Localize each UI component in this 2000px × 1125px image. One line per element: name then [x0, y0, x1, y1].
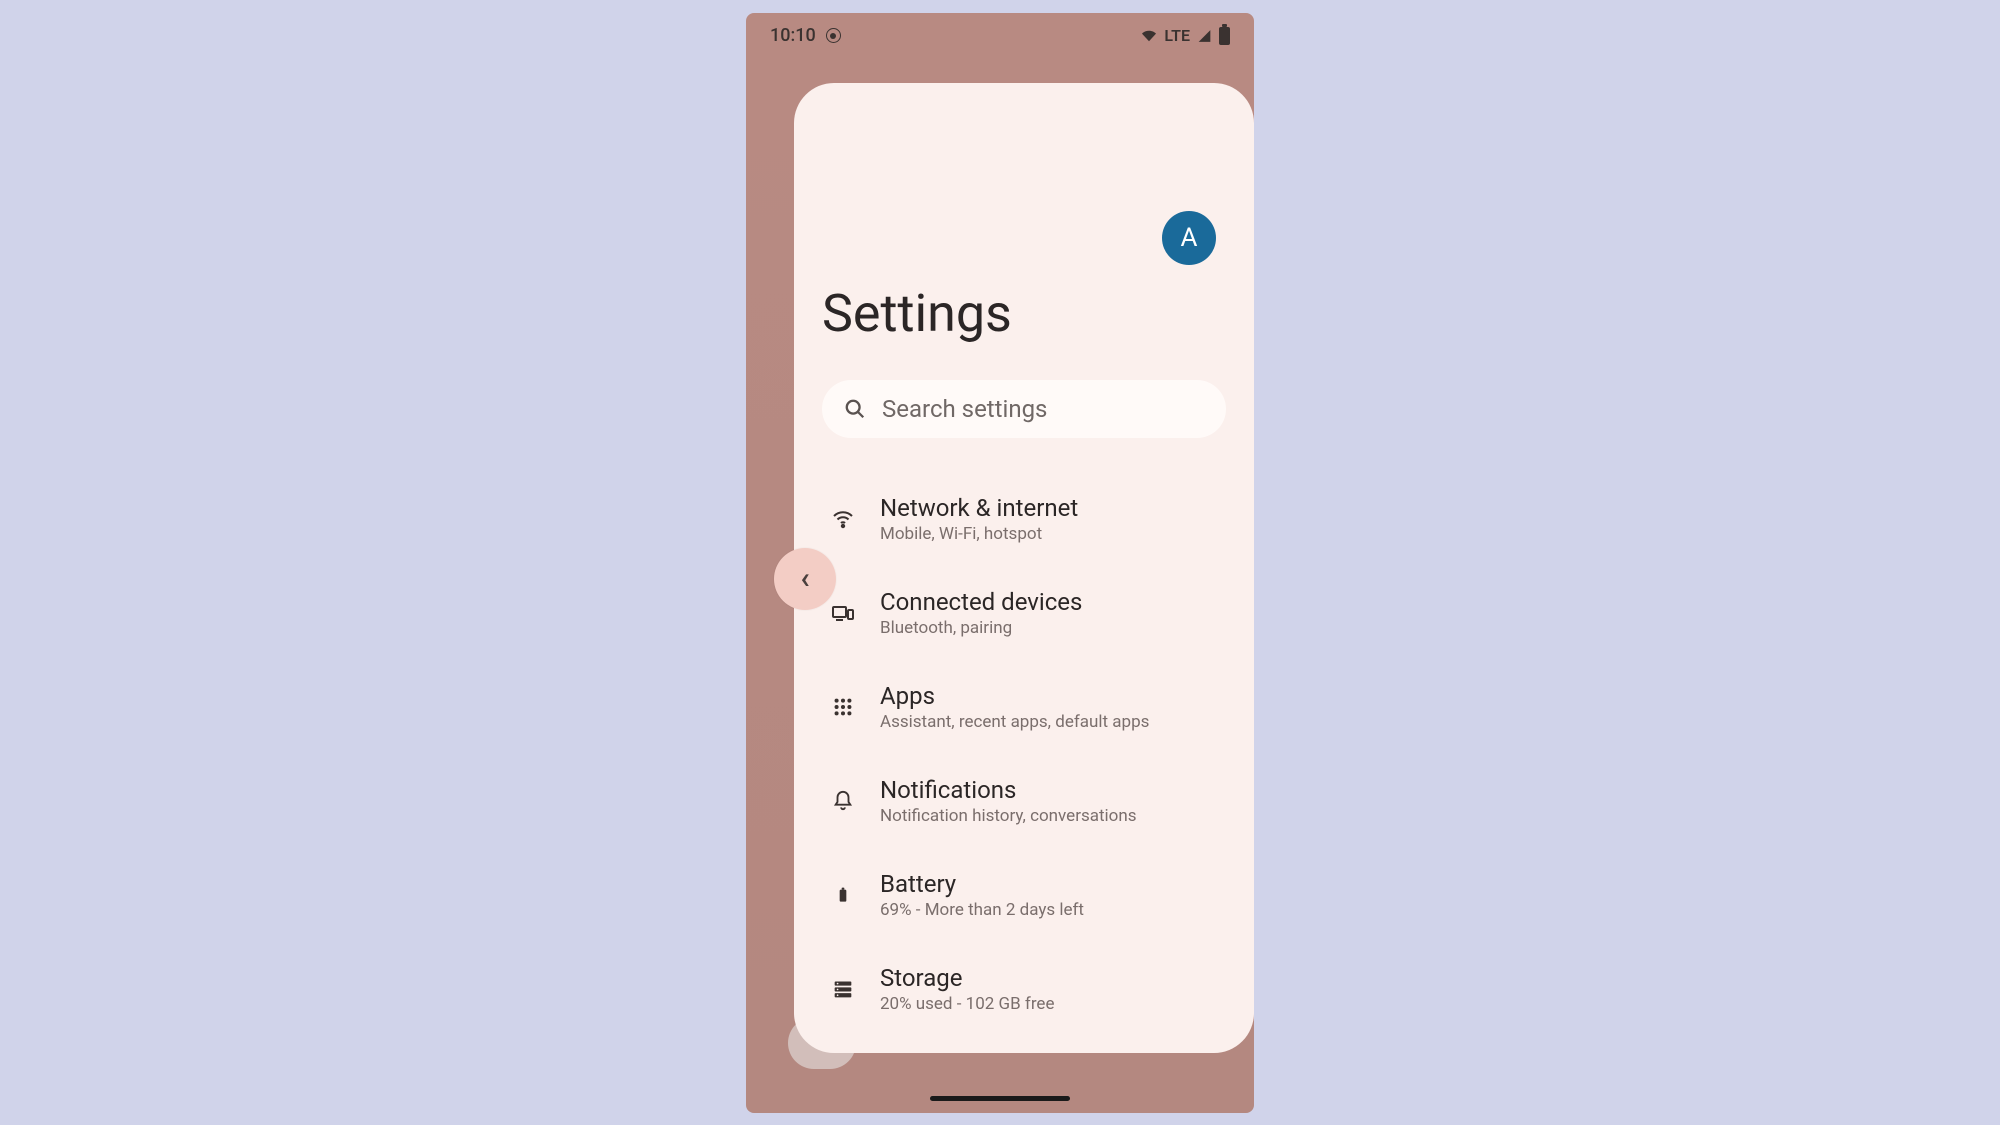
settings-item-title: Apps — [880, 682, 1149, 710]
settings-item-text: Apps Assistant, recent apps, default app… — [880, 682, 1149, 732]
settings-item-subtitle: Bluetooth, pairing — [880, 618, 1082, 638]
settings-item-title: Notifications — [880, 776, 1137, 804]
signal-icon — [1196, 29, 1213, 43]
wifi-icon — [830, 506, 856, 532]
settings-item-subtitle: Assistant, recent apps, default apps — [880, 712, 1149, 732]
phone-frame: 10:10 LTE ‹ A Settings Search settings — [746, 13, 1254, 1113]
navigation-handle[interactable] — [930, 1096, 1070, 1101]
settings-item-network[interactable]: Network & internet Mobile, Wi-Fi, hotspo… — [822, 472, 1226, 566]
back-button[interactable]: ‹ — [774, 548, 836, 610]
avatar[interactable]: A — [1162, 211, 1216, 265]
apps-icon — [830, 694, 856, 720]
settings-item-title: Network & internet — [880, 494, 1078, 522]
chevron-left-icon: ‹ — [800, 561, 809, 596]
avatar-initial: A — [1181, 223, 1198, 253]
settings-item-battery[interactable]: Battery 69% - More than 2 days left — [822, 848, 1226, 942]
profile-row: A — [822, 111, 1226, 265]
wifi-icon — [1140, 29, 1158, 43]
settings-item-subtitle: Mobile, Wi-Fi, hotspot — [880, 524, 1078, 544]
search-icon — [844, 398, 866, 420]
settings-item-subtitle: 69% - More than 2 days left — [880, 900, 1084, 920]
battery-status-icon — [1219, 27, 1230, 45]
settings-item-storage[interactable]: Storage 20% used - 102 GB free — [822, 942, 1226, 1036]
status-bar: 10:10 LTE — [746, 13, 1254, 59]
battery-icon — [830, 882, 856, 908]
storage-icon — [830, 976, 856, 1002]
settings-item-text: Notifications Notification history, conv… — [880, 776, 1137, 826]
settings-item-title: Battery — [880, 870, 1084, 898]
settings-item-notifications[interactable]: Notifications Notification history, conv… — [822, 754, 1226, 848]
recording-indicator-icon — [826, 28, 841, 43]
bell-icon — [830, 788, 856, 814]
status-left: 10:10 — [770, 25, 841, 46]
settings-item-text: Network & internet Mobile, Wi-Fi, hotspo… — [880, 494, 1078, 544]
status-right: LTE — [1140, 26, 1230, 45]
settings-card: A Settings Search settings Network & int… — [794, 83, 1254, 1053]
settings-item-text: Storage 20% used - 102 GB free — [880, 964, 1054, 1014]
settings-item-connected-devices[interactable]: Connected devices Bluetooth, pairing — [822, 566, 1226, 660]
status-time: 10:10 — [770, 25, 816, 46]
search-input[interactable]: Search settings — [822, 380, 1226, 438]
settings-item-subtitle: Notification history, conversations — [880, 806, 1137, 826]
page-title: Settings — [822, 283, 1226, 344]
settings-item-title: Connected devices — [880, 588, 1082, 616]
devices-icon — [830, 600, 856, 626]
settings-item-text: Battery 69% - More than 2 days left — [880, 870, 1084, 920]
settings-item-text: Connected devices Bluetooth, pairing — [880, 588, 1082, 638]
settings-item-subtitle: 20% used - 102 GB free — [880, 994, 1054, 1014]
settings-list: Network & internet Mobile, Wi-Fi, hotspo… — [822, 472, 1226, 1036]
search-placeholder: Search settings — [882, 395, 1047, 423]
network-label: LTE — [1164, 26, 1190, 45]
settings-item-title: Storage — [880, 964, 1054, 992]
settings-item-apps[interactable]: Apps Assistant, recent apps, default app… — [822, 660, 1226, 754]
